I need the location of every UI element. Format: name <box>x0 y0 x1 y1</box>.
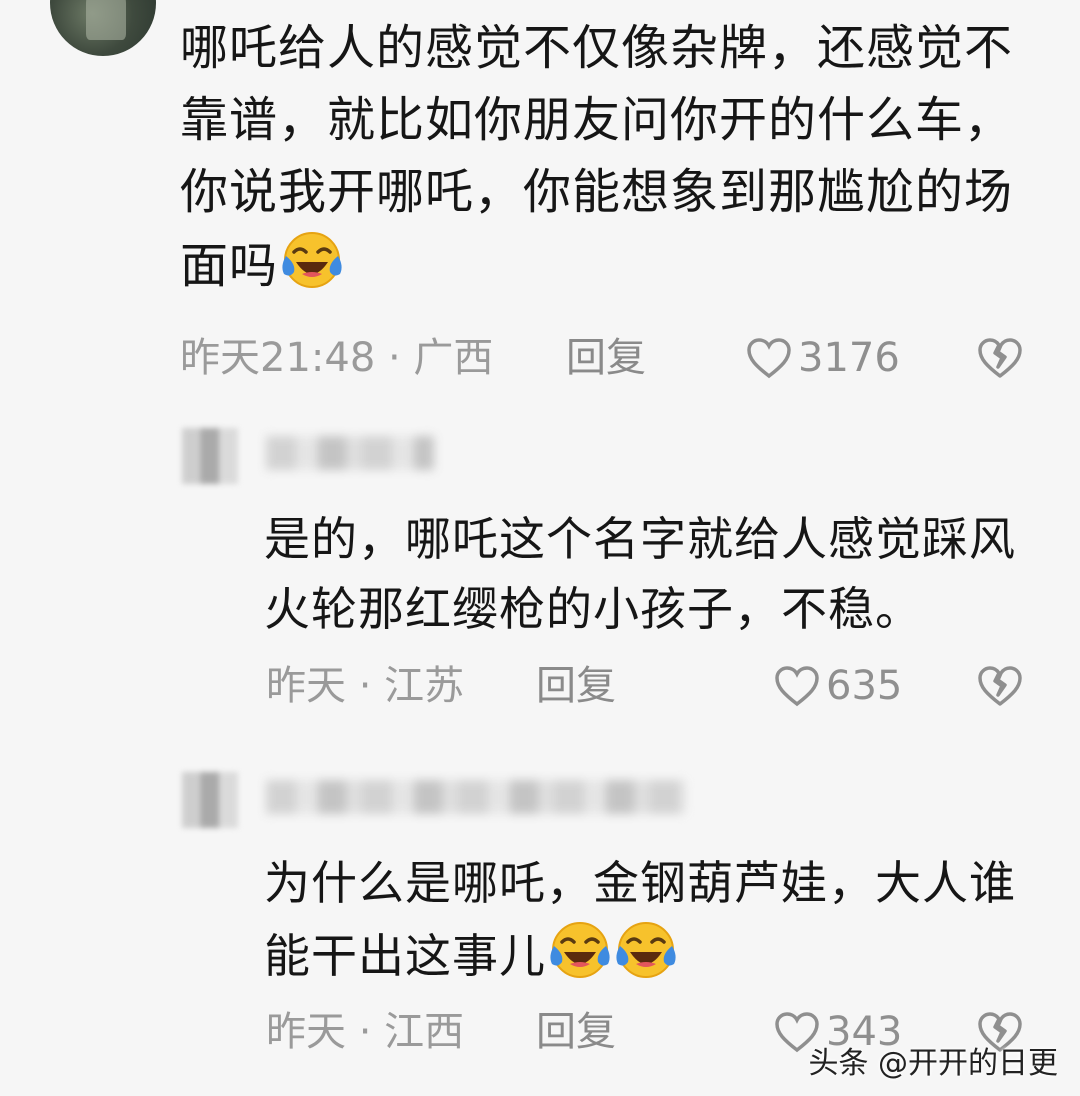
reply-button[interactable]: 回复 <box>536 656 616 716</box>
reply-avatar-blurred[interactable] <box>182 428 238 484</box>
reply-avatar-blurred[interactable] <box>182 772 238 828</box>
comment-meta-2: 昨天 · 江苏 回复 635 <box>266 656 1080 716</box>
comment-body-2: 是的，哪吒这个名字就给人感觉踩风火轮那红缨枪的小孩子，不稳。 <box>264 504 1054 644</box>
laughing-crying-emoji <box>280 228 344 292</box>
reply-button[interactable]: 回复 <box>566 328 646 388</box>
like-button[interactable]: 3176 <box>746 328 900 388</box>
broken-heart-icon <box>976 664 1024 708</box>
comment-body-1: 哪吒给人的感觉不仅像杂牌，还感觉不靠谱，就比如你朋友问你开的什么车，你说我开哪吒… <box>180 12 1040 302</box>
like-button[interactable]: 635 <box>774 656 902 716</box>
comment-time-location: 昨天21:48 · 广西 <box>180 335 494 381</box>
broken-heart-icon <box>976 336 1024 380</box>
avatar[interactable] <box>50 0 156 56</box>
watermark: 头条 @开开的日更 <box>808 1046 1058 1081</box>
comment-text-2: 是的，哪吒这个名字就给人感觉踩风火轮那红缨枪的小孩子，不稳。 <box>264 512 1016 636</box>
like-count: 635 <box>826 663 903 709</box>
heart-icon <box>746 337 792 379</box>
reply-username-blurred[interactable] <box>266 436 434 470</box>
comment-body-3: 为什么是哪吒，金钢葫芦娃，大人谁能干出这事儿 <box>264 848 1054 991</box>
heart-icon <box>774 665 820 707</box>
dislike-button[interactable] <box>976 664 1024 708</box>
comment-time-location: 昨天 · 江苏 <box>266 663 465 709</box>
like-count: 3176 <box>798 335 900 381</box>
reply-username-blurred[interactable] <box>266 780 686 814</box>
laughing-crying-emoji <box>548 918 612 982</box>
comment-meta-1: 昨天21:48 · 广西 回复 3176 <box>180 328 1040 388</box>
laughing-crying-emoji <box>614 918 678 982</box>
reply-button[interactable]: 回复 <box>536 1002 616 1062</box>
dislike-button[interactable] <box>976 336 1024 380</box>
comment-time-location: 昨天 · 江西 <box>266 1009 465 1055</box>
